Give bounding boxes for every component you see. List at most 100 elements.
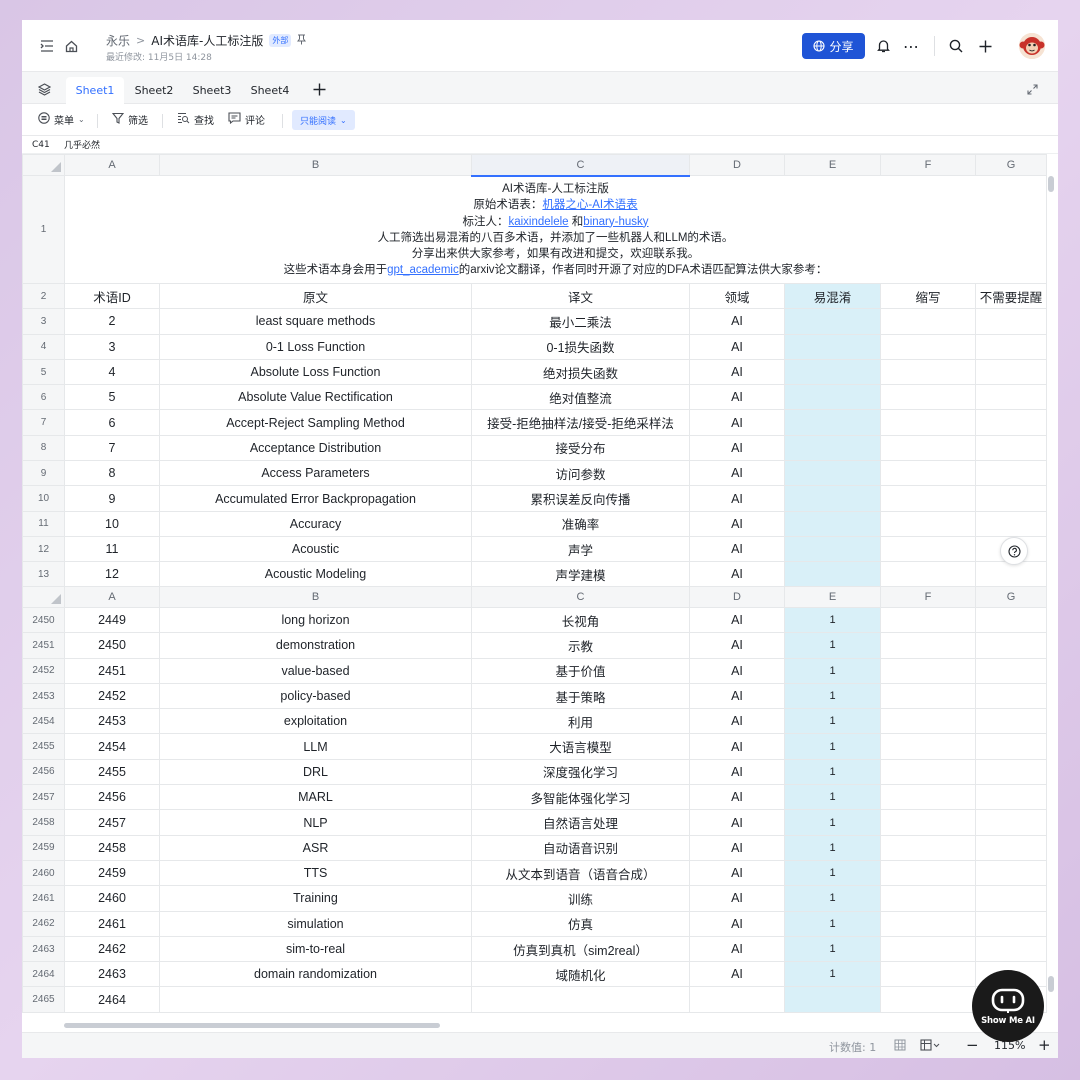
row-number[interactable]: 2450 [22, 606, 65, 634]
term-id-cell[interactable]: 8 [64, 460, 160, 487]
add-icon[interactable] [976, 37, 994, 55]
row-number[interactable]: 2461 [22, 885, 65, 912]
domain-cell[interactable]: AI [689, 784, 785, 811]
domain-cell[interactable]: AI [689, 885, 785, 912]
no-reminder-cell[interactable] [975, 409, 1047, 436]
domain-cell[interactable]: AI [689, 606, 785, 634]
term-id-cell[interactable]: 2453 [64, 708, 160, 735]
translation-cell[interactable]: 自然语言处理 [471, 809, 690, 836]
tab-sheet1[interactable]: Sheet1 [66, 77, 124, 104]
term-id-cell[interactable]: 4 [64, 358, 160, 386]
column-header-d[interactable]: D [689, 586, 785, 608]
pin-icon[interactable] [297, 34, 307, 48]
column-header-c[interactable]: C [471, 154, 690, 177]
confusable-cell[interactable]: 1 [784, 809, 881, 836]
term-id-cell[interactable]: 2457 [64, 809, 160, 836]
confusable-cell[interactable]: 1 [784, 885, 881, 912]
abbreviation-cell[interactable] [880, 606, 976, 634]
no-reminder-cell[interactable] [975, 682, 1047, 710]
term-id-cell[interactable]: 2460 [64, 885, 160, 912]
domain-cell[interactable]: AI [689, 384, 785, 411]
annotator-link-2[interactable]: binary-husky [583, 216, 648, 228]
table-view-icon[interactable] [920, 1039, 942, 1054]
abbreviation-cell[interactable] [880, 910, 976, 937]
confusable-cell[interactable]: 1 [784, 682, 881, 710]
row-number[interactable]: 2465 [22, 986, 65, 1013]
confusable-cell[interactable] [784, 535, 881, 563]
no-reminder-cell[interactable] [975, 460, 1047, 487]
source-term-cell[interactable]: simulation [159, 910, 472, 937]
term-id-cell[interactable]: 2 [64, 308, 160, 335]
term-id-cell[interactable]: 2458 [64, 834, 160, 861]
row-number[interactable]: 12 [22, 535, 65, 563]
confusable-cell[interactable] [784, 409, 881, 436]
abbreviation-cell[interactable] [880, 859, 976, 887]
breadcrumb-root[interactable]: 永乐 [106, 32, 130, 49]
header-cell[interactable]: 领域 [689, 282, 785, 310]
grid-view-icon[interactable] [894, 1039, 906, 1054]
translation-cell[interactable]: 大语言模型 [471, 733, 690, 760]
no-reminder-cell[interactable] [975, 434, 1047, 462]
domain-cell[interactable]: AI [689, 733, 785, 760]
domain-cell[interactable]: AI [689, 358, 785, 386]
row-number[interactable]: 2458 [22, 809, 65, 836]
menu-button[interactable]: 菜单 ⌄ [38, 112, 85, 127]
source-term-cell[interactable]: domain randomization [159, 961, 472, 988]
domain-cell[interactable]: AI [689, 434, 785, 462]
domain-cell[interactable]: AI [689, 535, 785, 563]
zoom-out-icon[interactable]: − [966, 1036, 979, 1054]
domain-cell[interactable]: AI [689, 561, 785, 588]
no-reminder-cell[interactable] [975, 809, 1047, 836]
cell-reference[interactable]: C41 [22, 140, 62, 150]
confusable-cell[interactable] [784, 561, 881, 588]
no-reminder-cell[interactable] [975, 935, 1047, 963]
header-cell[interactable]: 译文 [471, 282, 690, 310]
row-number[interactable]: 2451 [22, 632, 65, 659]
abbreviation-cell[interactable] [880, 409, 976, 436]
domain-cell[interactable]: AI [689, 758, 785, 786]
confusable-cell[interactable]: 1 [784, 859, 881, 887]
term-id-cell[interactable]: 2459 [64, 859, 160, 887]
expand-icon[interactable] [1024, 81, 1040, 97]
abbreviation-cell[interactable] [880, 485, 976, 512]
abbreviation-cell[interactable] [880, 358, 976, 386]
row-number[interactable]: 11 [22, 510, 65, 537]
term-id-cell[interactable]: 2456 [64, 784, 160, 811]
cell-value[interactable]: 几乎必然 [62, 138, 100, 151]
row-number[interactable]: 13 [22, 561, 65, 588]
source-term-cell[interactable]: Accumulated Error Backpropagation [159, 485, 472, 512]
row-number[interactable]: 2462 [22, 910, 65, 937]
sidebar-toggle-icon[interactable] [38, 37, 56, 55]
no-reminder-cell[interactable] [975, 308, 1047, 335]
layers-icon[interactable] [36, 81, 52, 97]
confusable-cell[interactable] [784, 308, 881, 335]
domain-cell[interactable]: AI [689, 834, 785, 861]
abbreviation-cell[interactable] [880, 535, 976, 563]
domain-cell[interactable]: AI [689, 935, 785, 963]
translation-cell[interactable]: 自动语音识别 [471, 834, 690, 861]
tab-sheet4[interactable]: Sheet4 [242, 77, 298, 104]
source-term-cell[interactable]: ASR [159, 834, 472, 861]
no-reminder-cell[interactable] [975, 384, 1047, 411]
source-term-cell[interactable]: Absolute Value Rectification [159, 384, 472, 411]
abbreviation-cell[interactable] [880, 460, 976, 487]
source-term-cell[interactable]: LLM [159, 733, 472, 760]
abbreviation-cell[interactable] [880, 308, 976, 335]
confusable-cell[interactable]: 1 [784, 733, 881, 760]
confusable-cell[interactable]: 1 [784, 657, 881, 684]
confusable-cell[interactable]: 1 [784, 935, 881, 963]
row-number[interactable]: 2456 [22, 758, 65, 786]
column-header-f[interactable]: F [880, 586, 976, 608]
translation-cell[interactable]: 深度强化学习 [471, 758, 690, 786]
row-number[interactable]: 2 [22, 282, 65, 310]
row-number[interactable]: 2464 [22, 961, 65, 988]
source-term-cell[interactable]: policy-based [159, 682, 472, 710]
term-id-cell[interactable]: 3 [64, 333, 160, 360]
row-number[interactable]: 8 [22, 434, 65, 462]
column-header-b[interactable]: B [159, 154, 472, 176]
abbreviation-cell[interactable] [880, 434, 976, 462]
term-id-cell[interactable]: 2452 [64, 682, 160, 710]
translation-cell[interactable]: 域随机化 [471, 961, 690, 988]
source-term-cell[interactable]: Accept-Reject Sampling Method [159, 409, 472, 436]
confusable-cell[interactable] [784, 460, 881, 487]
